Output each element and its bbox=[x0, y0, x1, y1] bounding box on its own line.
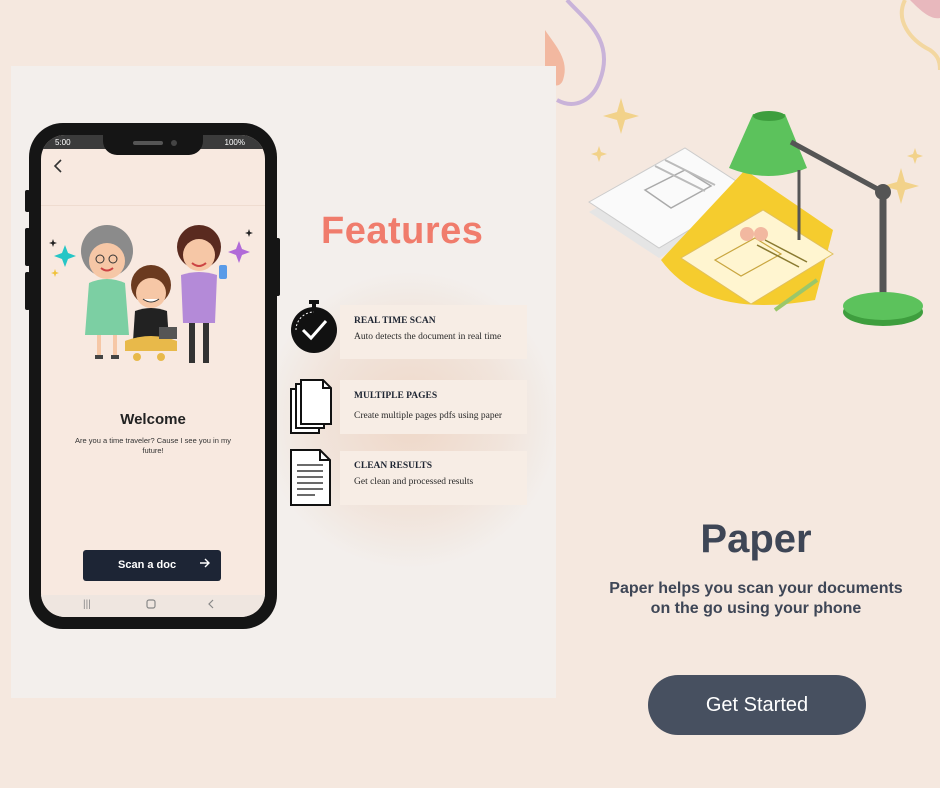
welcome-title: Welcome bbox=[120, 411, 186, 428]
welcome-text: Are you a time traveler? Cause I see you… bbox=[75, 436, 231, 455]
feature-card: CLEAN RESULTS Get clean and processed re… bbox=[340, 451, 527, 505]
phone-mockup: 5:00 100% Welcome Are you a time travele… bbox=[29, 123, 277, 629]
multiple-pages-icon bbox=[290, 379, 334, 440]
recents-icon[interactable]: ||| bbox=[83, 599, 91, 610]
get-started-button[interactable]: Get Started bbox=[648, 675, 866, 735]
app-description: Paper helps you scan your documents on t… bbox=[609, 580, 903, 617]
document-icon bbox=[290, 449, 332, 512]
feature-description: Create multiple pages pdfs using paper bbox=[354, 411, 503, 421]
header-divider bbox=[41, 205, 265, 206]
chevron-left-icon[interactable] bbox=[53, 157, 65, 178]
status-battery: 100% bbox=[224, 138, 245, 147]
features-heading: Features bbox=[321, 210, 484, 252]
arrow-right-icon bbox=[199, 557, 211, 572]
friends-illustration bbox=[49, 225, 253, 363]
desk-lamp-illustration bbox=[588, 98, 923, 326]
back-icon[interactable] bbox=[207, 599, 215, 612]
feature-title: CLEAN RESULTS bbox=[354, 461, 433, 471]
feature-card: MULTIPLE PAGES Create multiple pages pdf… bbox=[340, 380, 527, 434]
status-time: 5:00 bbox=[55, 138, 71, 147]
scan-doc-button[interactable]: Scan a doc bbox=[83, 550, 221, 581]
feature-title: REAL TIME SCAN bbox=[354, 316, 436, 326]
app-title: Paper bbox=[700, 517, 812, 561]
scan-doc-label: Scan a doc bbox=[118, 559, 177, 571]
home-icon[interactable] bbox=[146, 599, 156, 612]
feature-description: Auto detects the document in real time bbox=[354, 332, 502, 342]
phone-screen: 5:00 100% Welcome Are you a time travele… bbox=[41, 135, 265, 617]
camera-icon bbox=[171, 140, 177, 146]
phone-notch bbox=[103, 135, 203, 155]
android-nav-bar: ||| bbox=[41, 595, 265, 617]
stopwatch-icon bbox=[288, 300, 340, 359]
feature-card: REAL TIME SCAN Auto detects the document… bbox=[340, 305, 527, 359]
speaker-icon bbox=[133, 141, 163, 145]
feature-description: Get clean and processed results bbox=[354, 477, 474, 487]
feature-title: MULTIPLE PAGES bbox=[354, 391, 438, 401]
